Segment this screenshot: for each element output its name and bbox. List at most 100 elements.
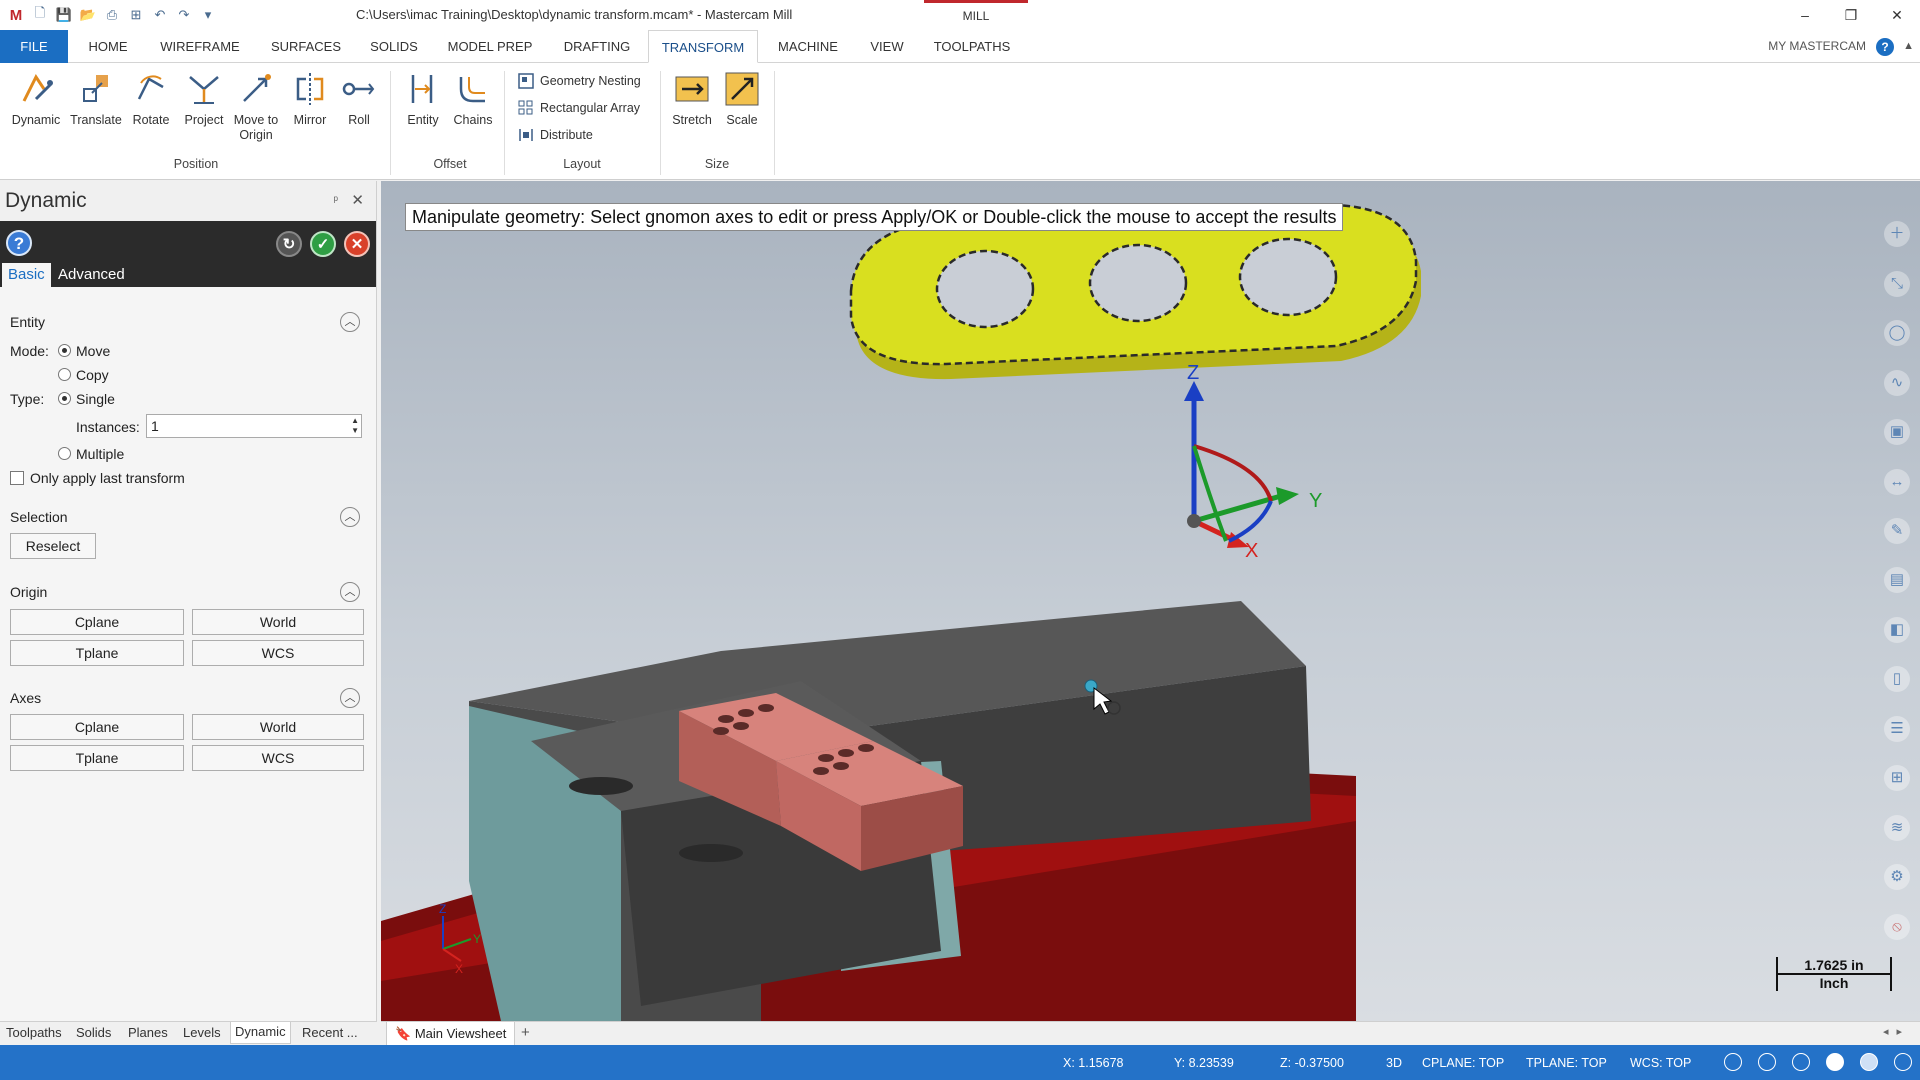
apply-button[interactable]: ↻ [276, 231, 302, 257]
context-tab-mill[interactable]: MILL [924, 0, 1028, 30]
dimension-icon[interactable]: ↔ [1884, 469, 1910, 495]
restore-button[interactable]: ❐ [1828, 0, 1874, 30]
translate-button[interactable]: Translate [66, 69, 126, 128]
mastercam-logo-icon[interactable]: M [6, 5, 26, 25]
tab-planes-manager[interactable]: Planes [128, 1025, 168, 1040]
my-mastercam-link[interactable]: MY MASTERCAM [1768, 30, 1866, 63]
tab-advanced[interactable]: Advanced [52, 263, 131, 287]
tab-wireframe[interactable]: WIREFRAME [152, 30, 248, 63]
sphere-icon[interactable] [1792, 1053, 1810, 1071]
collapse-up-icon[interactable]: ︿ [340, 507, 360, 527]
no-icon[interactable]: ⦸ [1884, 914, 1910, 940]
save-as-icon[interactable]: ⊞ [126, 5, 146, 25]
shaded-sphere-icon[interactable] [1826, 1053, 1844, 1071]
scene-canvas[interactable]: Z Y X Z Y X [381, 181, 1920, 1021]
offset-entity-button[interactable]: Entity [398, 69, 448, 128]
tplane-indicator[interactable]: TPLANE: TOP [1526, 1056, 1607, 1070]
print-icon[interactable]: ⎙ [102, 5, 122, 25]
tab-file[interactable]: FILE [0, 30, 68, 63]
instances-input[interactable]: 1 ▲ ▼ [146, 414, 362, 438]
tab-basic[interactable]: Basic [2, 263, 51, 287]
entity-section-header[interactable]: Entity ︿ [0, 311, 370, 333]
tab-view[interactable]: VIEW [860, 30, 914, 63]
plus-icon[interactable]: ＋ [1884, 221, 1910, 247]
origin-section-header[interactable]: Origin ︿ [0, 581, 370, 603]
grid-icon[interactable]: ⊞ [1884, 765, 1910, 791]
collapse-up-icon[interactable]: ︿ [340, 688, 360, 708]
globe-icon[interactable] [1758, 1053, 1776, 1071]
reselect-button[interactable]: Reselect [10, 533, 96, 559]
instances-spinner[interactable]: ▲ ▼ [351, 416, 359, 436]
gnomon-rotation-arc[interactable] [1193, 444, 1273, 502]
geometry-nesting-button[interactable]: Geometry Nesting [518, 70, 641, 92]
origin-cplane-button[interactable]: Cplane [10, 609, 184, 635]
tag-icon[interactable]: ✎ [1884, 518, 1910, 544]
tab-toolpaths[interactable]: TOOLPATHS [930, 30, 1014, 63]
undo-icon[interactable]: ↶ [150, 5, 170, 25]
render-icon[interactable] [1860, 1053, 1878, 1071]
y-coordinate[interactable]: Y: 8.23539 [1174, 1056, 1234, 1070]
curve-icon[interactable]: ∿ [1884, 370, 1910, 396]
distribute-button[interactable]: Distribute [518, 124, 593, 146]
cplane-indicator[interactable]: CPLANE: TOP [1422, 1056, 1504, 1070]
panel-close-icon[interactable]: ✕ [351, 191, 364, 209]
zoom-icon[interactable]: ⤡ [1884, 271, 1910, 297]
type-multiple-radio[interactable] [58, 447, 71, 460]
dynamic-gnomon[interactable]: Z Y X [1184, 362, 1322, 562]
axes-wcs-button[interactable]: WCS [192, 745, 364, 771]
dynamic-button[interactable]: Dynamic [6, 69, 66, 128]
customize-qat-icon[interactable]: ▾ [198, 5, 218, 25]
axes-section-header[interactable]: Axes ︿ [0, 687, 370, 709]
globe-icon[interactable] [1724, 1053, 1742, 1071]
x-coordinate[interactable]: X: 1.15678 [1063, 1056, 1123, 1070]
axes-tplane-button[interactable]: Tplane [10, 745, 184, 771]
help-icon[interactable]: ? [6, 230, 32, 256]
pin-icon[interactable]: ᵖ [333, 193, 338, 207]
tab-solids[interactable]: SOLIDS [364, 30, 424, 63]
mode-copy-radio[interactable] [58, 368, 71, 381]
rotate-button[interactable]: Rotate [122, 69, 180, 128]
stack-icon[interactable]: ≋ [1884, 815, 1910, 841]
tab-solids-manager[interactable]: Solids [76, 1025, 111, 1040]
minimize-button[interactable]: – [1782, 0, 1828, 30]
roll-button[interactable]: Roll [334, 69, 384, 128]
rectangular-array-button[interactable]: Rectangular Array [518, 97, 640, 119]
move-to-origin-button[interactable]: Move to Origin [228, 69, 284, 143]
layer-icon[interactable]: ▤ [1884, 567, 1910, 593]
collapse-up-icon[interactable]: ︿ [340, 312, 360, 332]
scale-button[interactable]: Scale [718, 69, 766, 128]
tab-recent-manager[interactable]: Recent ... [302, 1025, 358, 1040]
gnomon-origin[interactable] [1187, 514, 1201, 528]
redo-icon[interactable]: ↷ [174, 5, 194, 25]
collapse-ribbon-icon[interactable]: ▲ [1903, 30, 1914, 63]
box-icon[interactable]: ▣ [1884, 419, 1910, 445]
axes-world-button[interactable]: World [192, 714, 364, 740]
help-icon[interactable]: ? [1876, 38, 1894, 56]
z-coordinate[interactable]: Z: -0.37500 [1280, 1056, 1344, 1070]
page-icon[interactable]: ▯ [1884, 666, 1910, 692]
cube-icon[interactable]: ◧ [1884, 617, 1910, 643]
mirror-button[interactable]: Mirror [282, 69, 338, 128]
close-window-button[interactable]: ✕ [1874, 0, 1920, 30]
type-single-radio[interactable] [58, 392, 71, 405]
circle-icon[interactable]: ◯ [1884, 320, 1910, 346]
gear-icon[interactable]: ⚙ [1884, 864, 1910, 890]
axes-cplane-button[interactable]: Cplane [10, 714, 184, 740]
tab-toolpaths-manager[interactable]: Toolpaths [6, 1025, 62, 1040]
list-icon[interactable]: ☰ [1884, 716, 1910, 742]
ok-button[interactable]: ✓ [310, 231, 336, 257]
transparency-icon[interactable] [1894, 1053, 1912, 1071]
add-viewsheet-button[interactable]: + [521, 1024, 530, 1041]
tab-drafting[interactable]: DRAFTING [556, 30, 638, 63]
tab-transform[interactable]: TRANSFORM [648, 30, 758, 63]
graphics-viewport[interactable]: Z Y X Z Y X Manipulate geometry: Select … [381, 181, 1920, 1021]
tab-machine[interactable]: MACHINE [770, 30, 846, 63]
tab-model-prep[interactable]: MODEL PREP [440, 30, 540, 63]
save-icon[interactable]: 💾 [54, 5, 74, 25]
origin-world-button[interactable]: World [192, 609, 364, 635]
offset-chains-button[interactable]: Chains [448, 69, 498, 128]
selection-section-header[interactable]: Selection ︿ [0, 506, 370, 528]
new-file-icon[interactable]: 🗋 [30, 5, 50, 25]
mode-move-radio[interactable] [58, 344, 71, 357]
wcs-indicator[interactable]: WCS: TOP [1630, 1056, 1691, 1070]
